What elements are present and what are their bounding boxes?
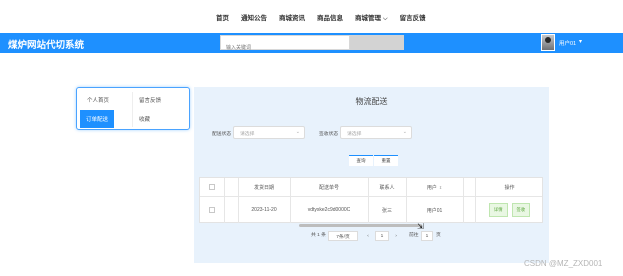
nav-notices[interactable]: 通知公告 [241, 12, 267, 23]
menu-item-favorites[interactable]: 收藏 [139, 115, 150, 123]
cell-actions: 详情 签收 [475, 197, 544, 223]
next-page-button[interactable]: › [391, 231, 401, 241]
header-bar: 煤炉网站代切系统 用户01 ▾ [0, 33, 623, 55]
nav-product-info[interactable]: 商品信息 [317, 12, 343, 23]
table-header-row: 发货日期 配送单号 联系人 用户 ⇕ 操作 [200, 178, 542, 197]
avatar[interactable] [541, 34, 555, 51]
chevron-down-icon: ⌵ [383, 16, 388, 22]
nav-mall-news[interactable]: 商城资讯 [279, 12, 305, 23]
detail-button[interactable]: 详情 [488, 203, 508, 217]
nav-feedback[interactable]: 留言反馈 [400, 12, 426, 23]
filter-sign-status-label: 签收状态 [319, 132, 339, 137]
search-box [220, 35, 350, 55]
col-divider [368, 197, 369, 223]
nav-home[interactable]: 首页 [216, 12, 229, 23]
col-divider [475, 178, 476, 196]
cell-user: 用户01 [426, 207, 443, 214]
header-ship-date: 发货日期 [253, 184, 274, 191]
header-user[interactable]: 用户 ⇕ [406, 178, 463, 196]
menu-item-profile[interactable]: 个人首页 [87, 96, 109, 104]
search-button[interactable] [350, 35, 404, 50]
col-divider [290, 178, 291, 196]
chevron-down-icon: ⌄ [295, 129, 300, 135]
col-divider [475, 197, 476, 223]
nav-mall-manage-label: 商城管理 [355, 15, 381, 22]
header-user-label: 用户 [426, 184, 437, 191]
goto-page-input[interactable]: 1 [421, 231, 433, 241]
col-divider [290, 197, 291, 223]
cell-contact: 张三 [381, 207, 392, 214]
col-divider [368, 178, 369, 196]
col-divider [463, 178, 464, 196]
header-contact: 联系人 [379, 184, 395, 191]
col-divider [238, 197, 239, 223]
user-side-menu: 个人首页 留言反馈 订单配送 收藏 [76, 87, 190, 130]
checkbox[interactable] [209, 184, 215, 190]
header-col-blank-2 [463, 178, 475, 196]
mouse-cursor-icon: ⇲ [417, 222, 424, 231]
filter-sign-status-select[interactable]: 请选择 ⌄ [340, 126, 412, 139]
reset-button[interactable]: 重置 [374, 155, 398, 166]
chevron-down-icon[interactable]: ▾ [579, 38, 582, 45]
top-nav: 首页 通知公告 商城资讯 商品信息 商城管理 ⌵ 留言反馈 [0, 0, 623, 33]
menu-divider [132, 92, 133, 127]
table-row: 2023-11-20 vdtyxke2c9d0000C 张三 用户01 详情 签… [200, 197, 542, 223]
username[interactable]: 用户01 [559, 39, 576, 47]
col-divider [238, 178, 239, 196]
current-page[interactable]: 1 [375, 231, 389, 241]
menu-item-order-delivery[interactable]: 订单配送 [80, 110, 115, 128]
header-order-no: 配送单号 [318, 184, 339, 191]
header-select-all[interactable] [200, 178, 224, 196]
cell-order-no: vdtyxke2c9d0000C [307, 207, 351, 213]
select-placeholder: 请选择 [347, 132, 362, 137]
filter-delivery-status-label: 配送状态 [212, 132, 232, 137]
sort-icon[interactable]: ⇕ [439, 185, 442, 190]
col-divider [224, 197, 225, 223]
page-size-value: 7条/页 [336, 234, 350, 240]
prev-page-button[interactable]: ‹ [363, 231, 373, 241]
cell-ship-date: 2023-11-20 [251, 207, 277, 213]
page-size-select[interactable]: 7条/页 [328, 231, 358, 241]
page-title: 物流配送 [355, 97, 388, 106]
col-divider [224, 178, 225, 196]
sign-button[interactable]: 签收 [511, 203, 531, 217]
goto-suffix: 页 [436, 233, 441, 238]
filter-delivery-status-select[interactable]: 请选择 ⌄ [233, 126, 305, 139]
top-nav-items: 首页 通知公告 商城资讯 商品信息 商城管理 ⌵ 留言反馈 [216, 12, 426, 23]
site-title: 煤炉网站代切系统 [8, 40, 85, 51]
logistics-table: 发货日期 配送单号 联系人 用户 ⇕ 操作 2023-11-20 vdtyxke2… [199, 177, 543, 223]
chevron-down-icon: ⌄ [402, 129, 407, 135]
goto-label: 前往 [409, 233, 419, 238]
row-select[interactable] [200, 197, 224, 223]
col-divider [463, 197, 464, 223]
checkbox[interactable] [209, 207, 215, 213]
col-divider [406, 178, 407, 196]
query-button[interactable]: 查询 [349, 155, 373, 166]
select-placeholder: 请选择 [240, 132, 255, 137]
watermark: CSDN @MZ_ZXD001 [524, 259, 603, 268]
header-actions: 操作 [504, 184, 515, 191]
nav-mall-manage[interactable]: 商城管理 ⌵ [355, 12, 388, 23]
col-divider [406, 197, 407, 223]
table-horizontal-scrollbar[interactable] [299, 224, 422, 227]
search-input[interactable] [221, 41, 349, 55]
header-col-blank [224, 178, 238, 196]
pagination-total: 共 1 条 [311, 233, 326, 238]
menu-item-feedback[interactable]: 留言反馈 [139, 96, 161, 104]
